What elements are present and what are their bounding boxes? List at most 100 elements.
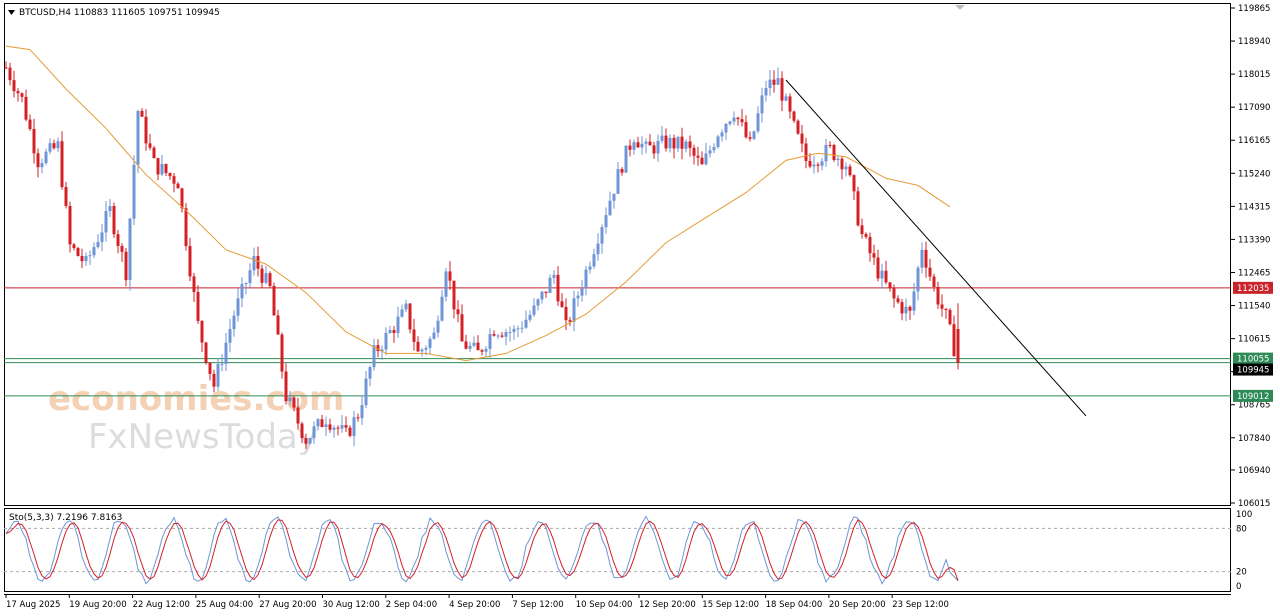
candle [308, 437, 312, 445]
candle [332, 425, 336, 438]
candle [248, 263, 252, 288]
candle [612, 193, 616, 209]
candle [924, 241, 928, 278]
candle [260, 264, 264, 288]
candle [200, 320, 204, 352]
candle [420, 347, 424, 357]
candle [360, 395, 364, 425]
stoch-info: Sto(5,3,3) 7.2196 7.8163 [9, 513, 122, 523]
candle [756, 106, 760, 134]
candle [112, 202, 116, 238]
candle [780, 71, 784, 112]
candle [452, 280, 456, 319]
candle [664, 128, 668, 152]
candle [856, 186, 860, 227]
stoch-tick-label: 20 [1236, 568, 1247, 578]
candle [388, 325, 392, 334]
level-tag-text: 110055 [1237, 355, 1269, 365]
candle [120, 243, 124, 263]
candle [540, 290, 544, 304]
candle [916, 265, 920, 301]
candle [132, 155, 136, 225]
candle [188, 237, 192, 282]
candle [192, 272, 196, 302]
candle [532, 298, 536, 318]
candle [796, 119, 800, 135]
candle [672, 134, 676, 159]
candle [652, 141, 656, 159]
candle [372, 338, 376, 371]
candle [876, 249, 880, 282]
price-tick-label: 115240 [1238, 169, 1270, 179]
candle [28, 114, 32, 131]
level-tag-resistance: 112035 [1233, 281, 1273, 294]
candle [504, 328, 508, 346]
candle [852, 174, 856, 201]
candle [640, 136, 644, 155]
candle [952, 315, 956, 357]
candle [180, 187, 184, 213]
candle [20, 92, 24, 103]
candle [8, 62, 12, 86]
candle [676, 136, 680, 152]
symbol-dropdown-icon[interactable] [8, 10, 15, 15]
candle [492, 330, 496, 337]
time-tick-label: 7 Sep 12:00 [512, 600, 563, 610]
candle [636, 136, 640, 148]
candle [616, 162, 620, 194]
candle [56, 137, 60, 152]
candle [116, 229, 120, 254]
candle [632, 139, 636, 155]
price-tick-label: 108765 [1238, 401, 1270, 411]
candle [464, 334, 468, 350]
candle [712, 143, 716, 153]
time-tick-label: 15 Sep 12:00 [702, 600, 759, 610]
moving-average-line[interactable] [5, 45, 951, 362]
candle [512, 325, 516, 340]
candle [900, 298, 904, 321]
candle [76, 246, 80, 257]
candle [88, 250, 92, 265]
candle [384, 327, 388, 356]
candle [224, 333, 228, 372]
time-tick-label: 27 Aug 20:00 [259, 600, 316, 610]
symbol-info: BTCUSD,H4 110883 111605 109751 109945 [19, 8, 220, 18]
candle [680, 127, 684, 160]
candle [776, 67, 780, 85]
price-tick-label: 118940 [1238, 37, 1270, 47]
candle [204, 341, 208, 365]
stoch-tick-label: 0 [1236, 582, 1241, 592]
trendline[interactable] [785, 79, 1087, 417]
candle [508, 326, 512, 342]
candle [904, 298, 908, 322]
candle [496, 333, 500, 340]
candle [692, 144, 696, 165]
price-tick-label: 106940 [1238, 466, 1270, 476]
level-tag-support-upper: 110055 [1233, 352, 1273, 365]
stoch-axis: 100 80 20 0 [4, 510, 1252, 592]
candle [864, 232, 868, 239]
candle [460, 304, 464, 342]
candle [428, 336, 432, 355]
time-tick-label: 20 Sep 20:00 [829, 600, 886, 610]
candle [668, 134, 672, 153]
level-tag-text: 112035 [1237, 284, 1269, 294]
candle [580, 280, 584, 302]
candle [812, 155, 816, 174]
price-tick-label: 110615 [1238, 335, 1270, 345]
candle [844, 162, 848, 177]
candle [40, 158, 44, 174]
candle [592, 248, 596, 269]
candle [688, 135, 692, 157]
candle [144, 109, 148, 151]
candle [908, 305, 912, 320]
candle [484, 346, 488, 358]
candle [476, 335, 480, 351]
candle [956, 303, 960, 370]
candle [48, 138, 52, 155]
chart-shift-marker[interactable] [955, 5, 965, 10]
candle [104, 201, 108, 242]
candle [432, 327, 436, 340]
candle [624, 145, 628, 173]
price-tick-label: 116165 [1238, 136, 1270, 146]
